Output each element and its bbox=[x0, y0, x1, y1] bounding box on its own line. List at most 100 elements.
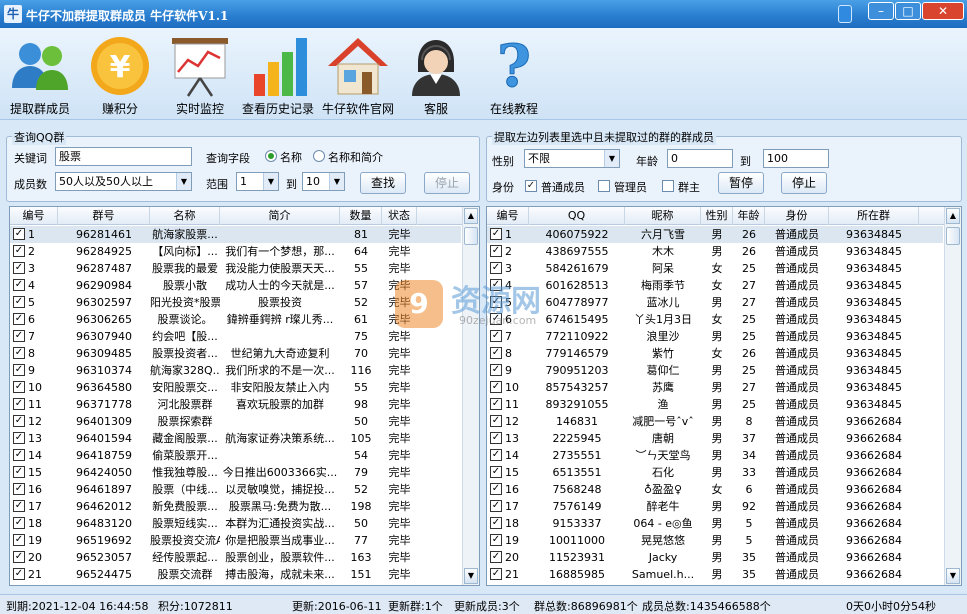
table-row[interactable]: ✓ 14 2735551 ︶ㄣ天堂鸟 男 34 普通成员 93662684 bbox=[487, 447, 943, 464]
scroll-thumb[interactable] bbox=[464, 227, 478, 245]
column-header[interactable]: 简介 bbox=[220, 207, 340, 225]
skin-icon[interactable] bbox=[838, 5, 852, 23]
normal-member-checkbox[interactable]: ✓ bbox=[525, 180, 537, 192]
table-row[interactable]: ✓ 5 96302597 阳光投资*股票 股票投资 52 完毕 bbox=[10, 294, 461, 311]
column-header[interactable]: 年龄 bbox=[733, 207, 765, 225]
column-header[interactable]: QQ bbox=[529, 207, 625, 225]
scroll-down-icon[interactable]: ▼ bbox=[946, 568, 960, 584]
groups-table[interactable]: 编号 群号 名称 简介 数量 状态 ✓ 1 96281461 航海家股票... 81 完毕 ✓ 2 962… bbox=[9, 206, 480, 586]
row-checkbox[interactable]: ✓ bbox=[13, 296, 25, 308]
table-row[interactable]: ✓ 15 6513551 石化 男 33 普通成员 93662684 bbox=[487, 464, 943, 481]
row-checkbox[interactable]: ✓ bbox=[490, 500, 502, 512]
gender-select[interactable]: 不限 ▼ bbox=[524, 149, 620, 168]
row-checkbox[interactable]: ✓ bbox=[13, 415, 25, 427]
row-checkbox[interactable]: ✓ bbox=[13, 568, 25, 580]
table-row[interactable]: ✓ 2 438697555 木木 男 26 普通成员 93634845 bbox=[487, 243, 943, 260]
table-row[interactable]: ✓ 3 584261679 阿呆 女 25 普通成员 93634845 bbox=[487, 260, 943, 277]
earn-points-button[interactable]: ¥ 赚积分 bbox=[84, 32, 156, 118]
table-row[interactable]: ✓ 6 674615495 丫头1月3日 女 25 普通成员 93634845 bbox=[487, 311, 943, 328]
column-header[interactable]: 编号 bbox=[10, 207, 58, 225]
field-name-intro-radio[interactable] bbox=[313, 150, 325, 162]
table-row[interactable]: ✓ 21 16885985 Samuel.h... 男 35 普通成员 93662684 bbox=[487, 566, 943, 583]
table-row[interactable]: ✓ 4 96290984 股票小散 成功人士的今天就是... 57 完毕 bbox=[10, 277, 461, 294]
table-row[interactable]: ✓ 4 601628513 梅雨季节 女 27 普通成员 93634845 bbox=[487, 277, 943, 294]
table-row[interactable]: ✓ 19 96519692 股票投资交流A 你是把股票当成事业... 77 完毕 bbox=[10, 532, 461, 549]
row-checkbox[interactable]: ✓ bbox=[490, 466, 502, 478]
row-checkbox[interactable]: ✓ bbox=[13, 279, 25, 291]
query-stop-button[interactable]: 停止 bbox=[424, 172, 470, 194]
tutorial-button[interactable]: ? 在线教程 bbox=[478, 32, 550, 118]
column-header[interactable]: 数量 bbox=[340, 207, 382, 225]
column-header[interactable]: 群号 bbox=[58, 207, 150, 225]
scroll-up-icon[interactable]: ▲ bbox=[946, 208, 960, 224]
title-bar[interactable]: 牛 牛仔不加群提取群成员 牛仔软件V1.1 – □ ✕ bbox=[0, 0, 967, 28]
row-checkbox[interactable]: ✓ bbox=[13, 551, 25, 563]
table-row[interactable]: ✓ 20 11523931 Jacky 男 35 普通成员 93662684 bbox=[487, 549, 943, 566]
field-name-radio[interactable] bbox=[265, 150, 277, 162]
row-checkbox[interactable]: ✓ bbox=[490, 398, 502, 410]
members-select[interactable]: 50人以及50人以上 ▼ bbox=[55, 172, 192, 191]
close-button[interactable]: ✕ bbox=[922, 2, 964, 20]
members-scrollbar[interactable]: ▲ ▼ bbox=[944, 207, 961, 585]
table-row[interactable]: ✓ 7 96307940 约会吧【股... 75 完毕 bbox=[10, 328, 461, 345]
row-checkbox[interactable]: ✓ bbox=[490, 279, 502, 291]
official-site-button[interactable]: 牛仔软件官网 bbox=[318, 32, 398, 118]
row-checkbox[interactable]: ✓ bbox=[13, 517, 25, 529]
history-button[interactable]: 查看历史记录 bbox=[238, 32, 318, 118]
extract-members-button[interactable]: 提取群成员 bbox=[4, 32, 76, 118]
table-row[interactable]: ✓ 6 96306265 股票谈论。 鍏辨垂鍔辨 r璨ㄦ秀... 61 完毕 bbox=[10, 311, 461, 328]
groups-scrollbar[interactable]: ▲ ▼ bbox=[462, 207, 479, 585]
row-checkbox[interactable]: ✓ bbox=[490, 517, 502, 529]
row-checkbox[interactable]: ✓ bbox=[13, 500, 25, 512]
table-row[interactable]: ✓ 18 96483120 股票短线实... 本群为汇通投资实战... 50 完毕 bbox=[10, 515, 461, 532]
row-checkbox[interactable]: ✓ bbox=[13, 330, 25, 342]
age-to-input[interactable]: 100 bbox=[763, 149, 829, 168]
table-row[interactable]: ✓ 3 96287487 股票我的最爱 我没能力使股票天天... 55 完毕 bbox=[10, 260, 461, 277]
row-checkbox[interactable]: ✓ bbox=[490, 415, 502, 427]
row-checkbox[interactable]: ✓ bbox=[13, 398, 25, 410]
table-row[interactable]: ✓ 16 7568248 ♁盈盈♀ 女 6 普通成员 93662684 bbox=[487, 481, 943, 498]
scroll-up-icon[interactable]: ▲ bbox=[464, 208, 478, 224]
table-row[interactable]: ✓ 12 146831 减肥一号ˆvˆ 男 8 普通成员 93662684 bbox=[487, 413, 943, 430]
column-header[interactable]: 身份 bbox=[765, 207, 829, 225]
range-from-select[interactable]: 1 ▼ bbox=[236, 172, 279, 191]
table-row[interactable]: ✓ 9 790951203 葛仰仁 男 25 普通成员 93634845 bbox=[487, 362, 943, 379]
row-checkbox[interactable]: ✓ bbox=[13, 534, 25, 546]
customer-service-button[interactable]: 客服 bbox=[400, 32, 472, 118]
table-row[interactable]: ✓ 17 7576149 醉老牛 男 92 普通成员 93662684 bbox=[487, 498, 943, 515]
table-row[interactable]: ✓ 18 9153337 064 - e◎鱼 男 5 普通成员 93662684 bbox=[487, 515, 943, 532]
row-checkbox[interactable]: ✓ bbox=[13, 347, 25, 359]
table-row[interactable]: ✓ 12 96401309 股票探索群 50 完毕 bbox=[10, 413, 461, 430]
table-row[interactable]: ✓ 20 96523057 经传股票起... 股票创业，股票软件... 163 完毕 bbox=[10, 549, 461, 566]
column-header[interactable]: 所在群 bbox=[829, 207, 919, 225]
row-checkbox[interactable]: ✓ bbox=[490, 381, 502, 393]
table-row[interactable]: ✓ 5 604778977 蓝冰儿 男 27 普通成员 93634845 bbox=[487, 294, 943, 311]
column-header[interactable]: 状态 bbox=[382, 207, 417, 225]
row-checkbox[interactable]: ✓ bbox=[490, 364, 502, 376]
row-checkbox[interactable]: ✓ bbox=[490, 228, 502, 240]
row-checkbox[interactable]: ✓ bbox=[13, 466, 25, 478]
column-header[interactable]: 编号 bbox=[487, 207, 529, 225]
row-checkbox[interactable]: ✓ bbox=[13, 245, 25, 257]
row-checkbox[interactable]: ✓ bbox=[490, 432, 502, 444]
table-row[interactable]: ✓ 13 96401594 藏金阁股票... 航海家证券决策系统... 105 完毕 bbox=[10, 430, 461, 447]
row-checkbox[interactable]: ✓ bbox=[490, 347, 502, 359]
scroll-thumb[interactable] bbox=[946, 227, 960, 245]
row-checkbox[interactable]: ✓ bbox=[490, 330, 502, 342]
keyword-input[interactable]: 股票 bbox=[55, 147, 192, 166]
row-checkbox[interactable]: ✓ bbox=[490, 568, 502, 580]
age-from-input[interactable]: 0 bbox=[667, 149, 733, 168]
row-checkbox[interactable]: ✓ bbox=[13, 483, 25, 495]
maximize-button[interactable]: □ bbox=[895, 2, 921, 20]
realtime-monitor-button[interactable]: 实时监控 bbox=[164, 32, 236, 118]
row-checkbox[interactable]: ✓ bbox=[490, 534, 502, 546]
row-checkbox[interactable]: ✓ bbox=[13, 432, 25, 444]
owner-checkbox[interactable] bbox=[662, 180, 674, 192]
members-table[interactable]: 编号 QQ 昵称 性别 年龄 身份 所在群 ✓ 1 406075922 六月飞雪男 26 普通成员 93… bbox=[486, 206, 962, 586]
table-row[interactable]: ✓ 17 96462012 新免费股票... 股票黑马:免费为散... 198 完毕 bbox=[10, 498, 461, 515]
row-checkbox[interactable]: ✓ bbox=[490, 449, 502, 461]
row-checkbox[interactable]: ✓ bbox=[490, 483, 502, 495]
table-row[interactable]: ✓ 16 96461897 股票（中线... 以灵敏嗅觉，捕捉投... 52 完毕 bbox=[10, 481, 461, 498]
row-checkbox[interactable]: ✓ bbox=[490, 551, 502, 563]
minimize-button[interactable]: – bbox=[868, 2, 894, 20]
